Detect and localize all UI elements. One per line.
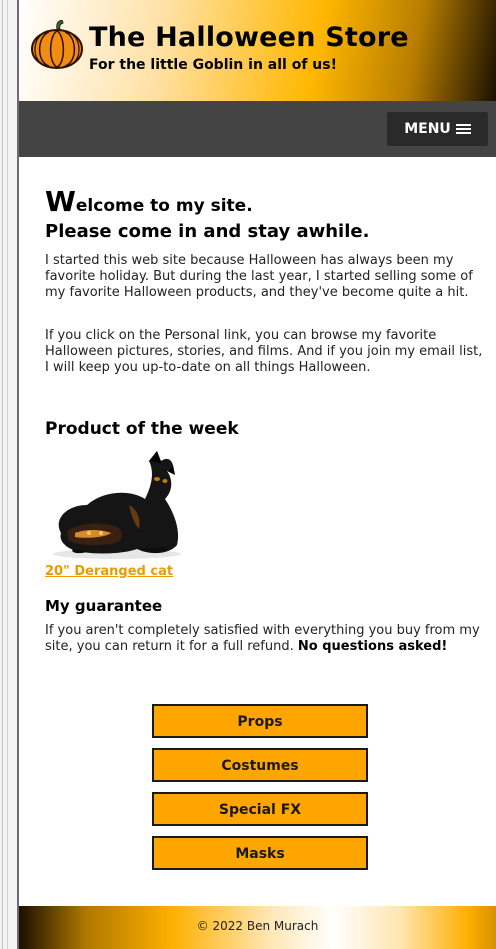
category-buttons: Props Costumes Special FX Masks — [152, 704, 368, 880]
deranged-cat-image[interactable] — [45, 449, 185, 561]
welcome-drop-cap: W — [45, 185, 76, 218]
welcome-text: elcome to my site. — [75, 196, 253, 216]
guarantee-heading: My guarantee — [45, 597, 163, 615]
props-button[interactable]: Props — [152, 704, 368, 738]
window-left-edge — [0, 0, 18, 949]
pumpkin-icon[interactable] — [31, 20, 83, 70]
product-heading: Product of the week — [45, 419, 239, 439]
product-link[interactable]: 20" Deranged cat — [45, 564, 173, 579]
nav-bar: MENU — [19, 101, 496, 157]
site-tagline: For the little Goblin in all of us! — [89, 57, 337, 73]
masks-button[interactable]: Masks — [152, 836, 368, 870]
menu-label: MENU — [404, 121, 451, 137]
intro-paragraph: I started this web site because Hallowee… — [45, 253, 473, 300]
page: The Halloween Store For the little Gobli… — [19, 0, 496, 949]
welcome-heading: Welcome to my site. — [45, 185, 253, 218]
main-content: Welcome to my site. Please come in and s… — [19, 157, 496, 875]
welcome-subheading: Please come in and stay awhile. — [45, 221, 370, 242]
guarantee-bold-text: No questions asked! — [297, 639, 448, 654]
site-header: The Halloween Store For the little Gobli… — [19, 0, 496, 101]
site-footer: © 2022 Ben Murach — [19, 906, 496, 949]
menu-button[interactable]: MENU — [387, 112, 488, 146]
personal-paragraph: If you click on the Personal link, you c… — [45, 328, 483, 375]
special-fx-button[interactable]: Special FX — [152, 792, 368, 826]
guarantee-paragraph: If you aren't completely satisfied with … — [45, 623, 485, 655]
hamburger-icon — [455, 123, 471, 135]
copyright-text: © 2022 Ben Murach — [196, 919, 319, 933]
costumes-button[interactable]: Costumes — [152, 748, 368, 782]
site-title: The Halloween Store — [89, 22, 409, 53]
